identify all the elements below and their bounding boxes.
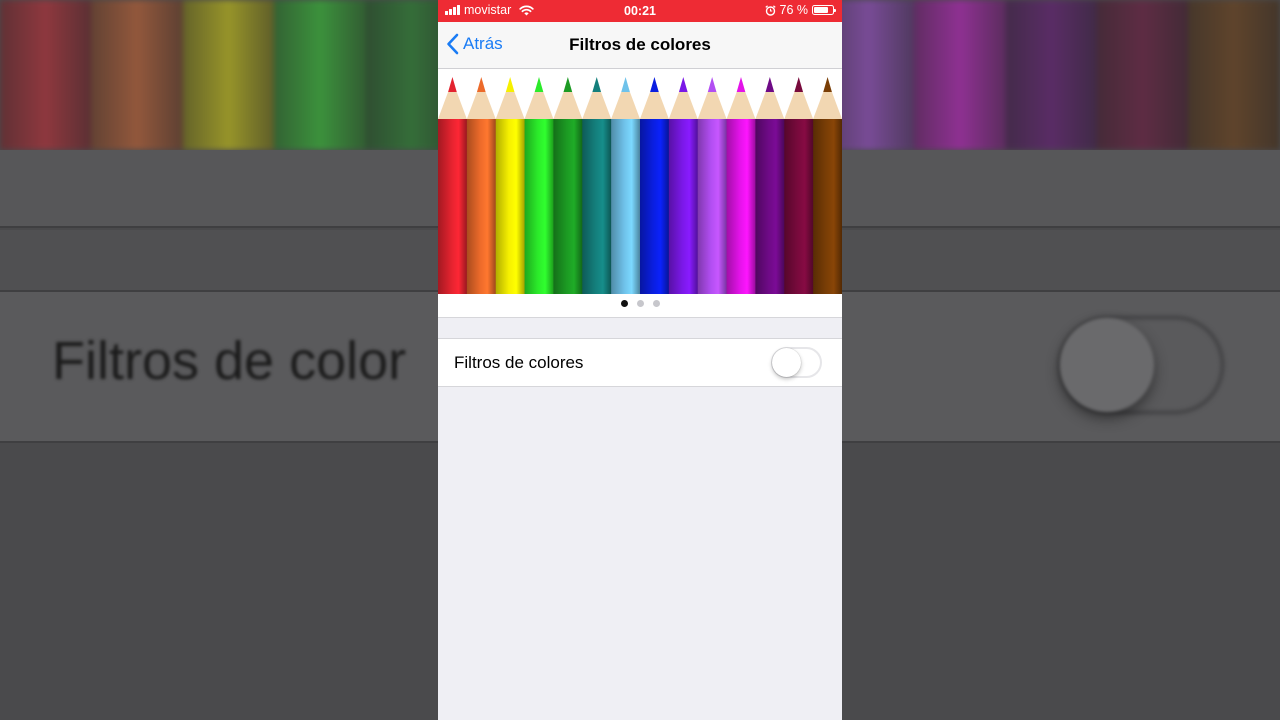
- carrier-name: movistar: [464, 3, 512, 17]
- pencil-tip: [448, 77, 457, 92]
- pencil-wood: [668, 92, 698, 119]
- pencil-tip: [794, 77, 804, 92]
- page-dot[interactable]: [652, 300, 660, 307]
- pencil-tip: [678, 77, 688, 92]
- toggle-knob: [772, 348, 801, 377]
- pencil-tip: [534, 77, 544, 92]
- pencil-wood: [524, 92, 554, 119]
- page-dot[interactable]: [620, 300, 628, 307]
- page-dot[interactable]: [636, 300, 644, 307]
- pencil-wood: [438, 92, 467, 119]
- pencil-body: [466, 119, 497, 294]
- pencil-body: [438, 119, 468, 294]
- signal-icon: [445, 5, 460, 15]
- pencil-wood: [553, 92, 583, 119]
- pencil-body: [755, 119, 785, 294]
- pencil-wood: [495, 92, 525, 119]
- pencils-image: [438, 77, 842, 294]
- phone-screen: movistar 00:21 76 % Atrás Filtros de col…: [438, 0, 842, 720]
- alarm-icon: [764, 4, 776, 16]
- status-bar: movistar 00:21 76 %: [438, 0, 842, 22]
- pencil-body: [668, 119, 699, 294]
- pencil-tip: [765, 77, 775, 92]
- color-filters-label: Filtros de colores: [454, 353, 584, 372]
- background-pencil: [274, 0, 366, 150]
- pencil-tip: [476, 77, 486, 92]
- status-left: movistar: [445, 3, 534, 17]
- pencil-wood: [784, 92, 814, 119]
- wifi-icon: [519, 5, 534, 15]
- pencil-tip: [592, 77, 602, 92]
- color-preview-carousel[interactable]: [438, 69, 842, 318]
- pencil-wood: [697, 92, 727, 119]
- pencil-body: [553, 119, 583, 294]
- pencil-tip: [505, 77, 515, 92]
- chevron-left-icon: [447, 33, 459, 55]
- pencil-body: [582, 119, 612, 294]
- background-pencil: [91, 0, 183, 150]
- pencil-body: [726, 119, 756, 294]
- background-pencil: [1188, 0, 1280, 150]
- pencil-body: [697, 119, 728, 294]
- status-right: 76 %: [764, 3, 836, 17]
- page-indicator[interactable]: [438, 300, 842, 307]
- pencil-wood: [466, 92, 496, 119]
- pencil-wood: [582, 92, 612, 119]
- pencil-body: [784, 119, 814, 294]
- pencil-body: [813, 119, 842, 294]
- pencil-body: [640, 119, 670, 294]
- color-filters-row: Filtros de colores: [438, 338, 842, 387]
- background-pencil: [1005, 0, 1098, 150]
- navigation-bar: Atrás Filtros de colores: [438, 22, 842, 69]
- back-button[interactable]: Atrás: [446, 33, 503, 55]
- background-toggle-knob: [1060, 318, 1154, 412]
- color-filters-toggle[interactable]: [771, 347, 822, 378]
- pencil-tip: [621, 77, 630, 92]
- pencil-body: [524, 119, 554, 294]
- background-pencil: [914, 0, 1006, 150]
- pencil-wood: [640, 92, 669, 119]
- background-pencil: [1097, 0, 1189, 150]
- background-pencil: [0, 0, 92, 150]
- back-label: Atrás: [463, 34, 503, 53]
- battery-percentage: 76 %: [779, 3, 809, 17]
- pencil-tip: [823, 77, 832, 92]
- battery-icon: [812, 5, 836, 15]
- background-pencil: [182, 0, 275, 150]
- pencil-tip: [563, 77, 573, 92]
- pencil-body: [611, 119, 641, 294]
- pencil-tip: [650, 77, 659, 92]
- pencil-tip: [736, 77, 746, 92]
- pencil-wood: [726, 92, 756, 119]
- pencil-tip: [707, 77, 717, 92]
- pencil-wood: [755, 92, 785, 119]
- pencil-body: [495, 119, 526, 294]
- background-setting-label: Filtros de color: [52, 331, 407, 391]
- pencil-wood: [611, 92, 640, 119]
- pencil-wood: [813, 92, 842, 119]
